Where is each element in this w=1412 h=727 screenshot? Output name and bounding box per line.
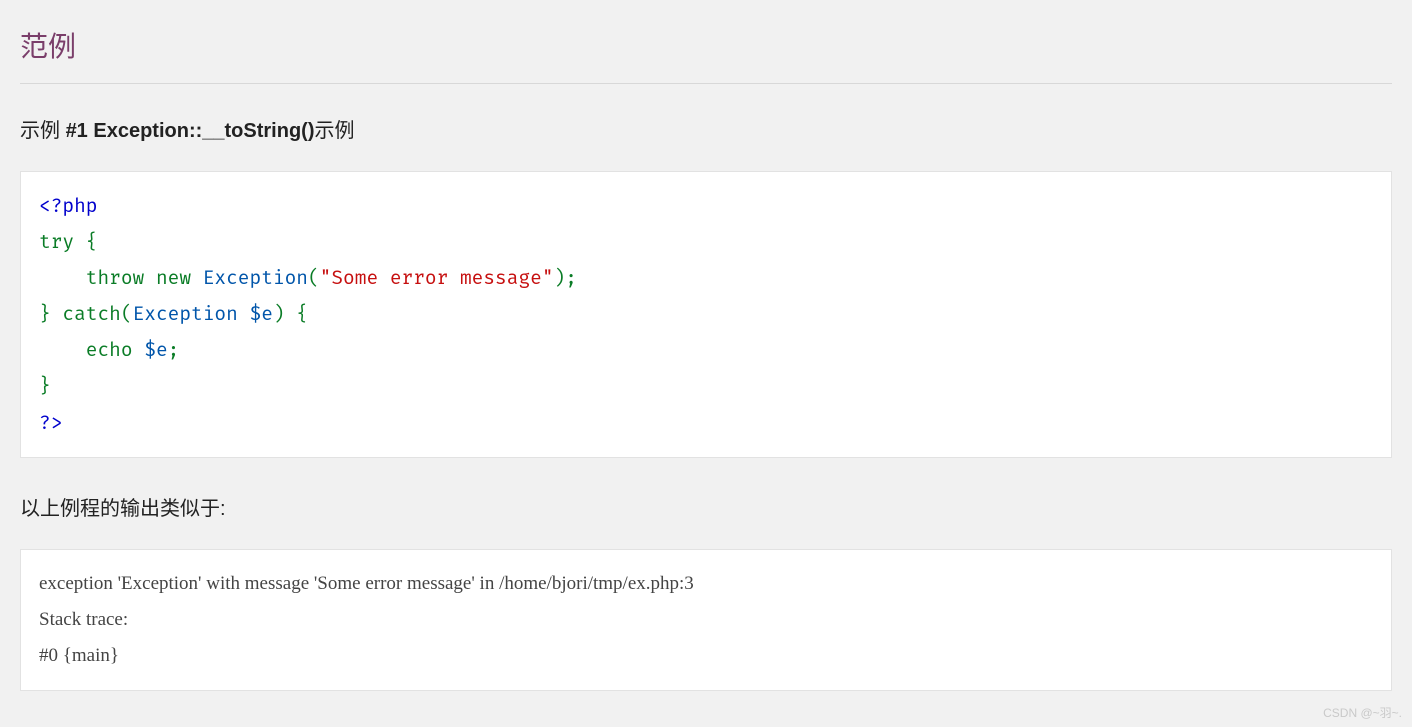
- code-brace-close2: }: [39, 374, 51, 398]
- example-suffix: 示例: [314, 120, 354, 142]
- watermark: CSDN @~羽~.: [1323, 704, 1402, 721]
- code-close-tag: ?>: [39, 411, 62, 435]
- code-brace-open2: {: [285, 302, 308, 326]
- code-brace-open: {: [74, 230, 97, 254]
- code-block: <?php try { throw new Exception("Some er…: [20, 171, 1392, 458]
- code-indent: [39, 266, 86, 290]
- code-sp3: [51, 302, 63, 326]
- code-indent2: [39, 338, 86, 362]
- code-echo-var: $e: [144, 338, 167, 362]
- code-try: try: [39, 230, 74, 254]
- code-sp1: [144, 266, 156, 290]
- divider: [20, 83, 1392, 84]
- output-line-3: #0 {main}: [39, 645, 119, 666]
- code-echo: echo: [86, 338, 133, 362]
- code-string: "Some error message": [320, 266, 554, 290]
- code-throw: throw: [86, 266, 144, 290]
- code-sp4: [238, 302, 250, 326]
- code-semi: ;: [168, 338, 180, 362]
- output-line-2: Stack trace:: [39, 609, 128, 630]
- example-strong: #1 Exception::__toString(): [66, 120, 315, 142]
- code-sp5: [133, 338, 145, 362]
- code-new: new: [156, 266, 191, 290]
- code-catch: catch: [62, 302, 120, 326]
- code-catch-var: $e: [250, 302, 273, 326]
- example-prefix: 示例: [20, 120, 66, 142]
- code-open-tag: <?php: [39, 194, 97, 218]
- code-cpopen: (: [121, 302, 133, 326]
- code-catch-class: Exception: [133, 302, 238, 326]
- output-line-1: exception 'Exception' with message 'Some…: [39, 573, 694, 594]
- example-title: 示例 #1 Exception::__toString()示例: [20, 114, 1392, 143]
- code-popen: (: [308, 266, 320, 290]
- code-brace-close: }: [39, 302, 51, 326]
- code-pclose: );: [554, 266, 577, 290]
- section-title: 范例: [20, 25, 1392, 65]
- code-class: Exception: [203, 266, 308, 290]
- code-cpclose: ): [273, 302, 285, 326]
- output-title: 以上例程的输出类似于:: [20, 492, 1392, 521]
- output-block: exception 'Exception' with message 'Some…: [20, 549, 1392, 691]
- code-sp2: [191, 266, 203, 290]
